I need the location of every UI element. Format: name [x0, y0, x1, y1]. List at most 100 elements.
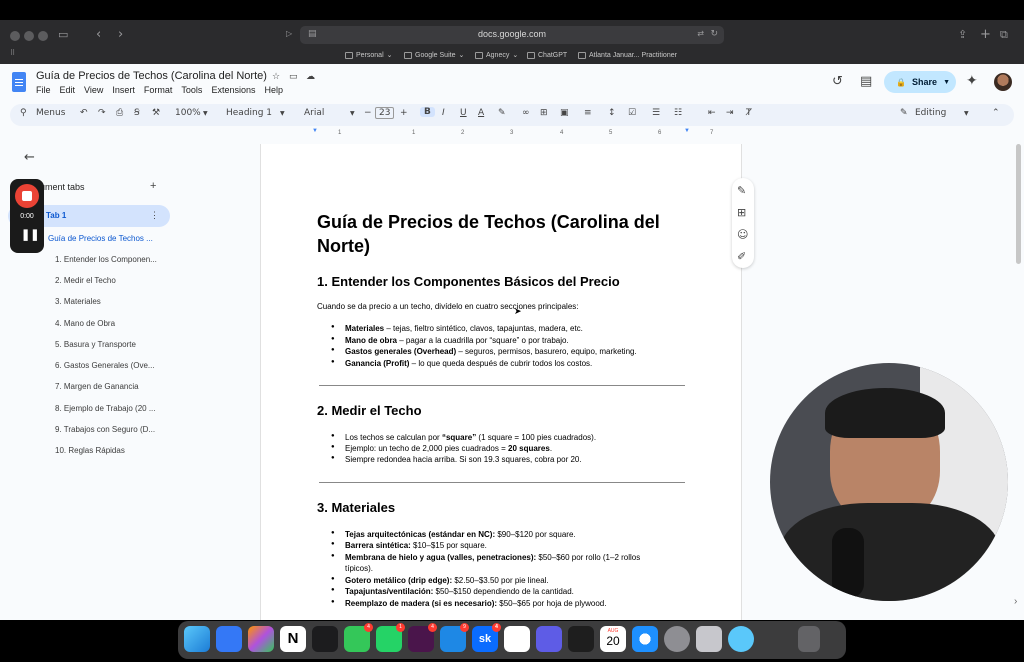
bitwarden-icon[interactable] — [216, 626, 242, 652]
link-icon[interactable]: ∞ — [522, 108, 530, 118]
highlight-icon[interactable]: ✎ — [498, 108, 506, 118]
docs-logo-icon[interactable] — [12, 72, 26, 92]
add-comment-icon[interactable]: ⊞ — [737, 206, 746, 219]
new-tab-icon[interactable]: + — [980, 27, 991, 42]
whatsapp-icon[interactable]: 1 — [376, 623, 405, 652]
reload-icon[interactable]: ↻ — [710, 29, 718, 39]
outline-item[interactable]: 6. Gastos Generales (Ove... — [55, 361, 155, 370]
vertical-scrollbar[interactable] — [1016, 144, 1021, 264]
font-select[interactable]: Arial — [304, 108, 324, 118]
outline-item[interactable]: 10. Reglas Rápidas — [55, 446, 125, 455]
checklist-icon[interactable]: ☑ — [628, 108, 636, 118]
explore-icon[interactable]: › — [1014, 596, 1017, 607]
outline-item-title[interactable]: Guía de Precios de Techos ... — [48, 234, 153, 243]
launchpad-icon[interactable] — [248, 626, 274, 652]
bookmark-atlanta[interactable]: Atlanta Januar... Practitioner — [578, 49, 677, 61]
outline-item[interactable]: 7. Margen de Ganancia — [55, 382, 139, 391]
search-icon[interactable]: ⚲ — [20, 108, 27, 118]
text-color-icon[interactable]: A — [478, 108, 484, 118]
back-arrow-icon[interactable]: ← — [24, 150, 35, 165]
decrease-font-size-icon[interactable]: − — [364, 108, 372, 118]
mail-icon[interactable]: 9 — [440, 623, 469, 652]
share-button[interactable]: 🔒 Share ▼ — [884, 71, 956, 93]
bulleted-list-icon[interactable]: ☰ — [652, 108, 660, 118]
zoom-select[interactable]: 100% — [175, 108, 201, 118]
menu-format[interactable]: Format — [144, 85, 173, 95]
pause-icon[interactable]: ❚❚ — [21, 228, 39, 241]
share-page-icon[interactable]: ⇪ — [958, 28, 967, 41]
right-indent-marker-icon[interactable]: ▼ — [684, 128, 690, 134]
skype-icon[interactable]: sk 4 — [472, 623, 501, 652]
ruler[interactable]: ▼ ▼ 1 1 2 3 4 5 6 7 — [260, 128, 742, 140]
comment-icon[interactable]: ⊞ — [540, 108, 548, 118]
paint-format-icon[interactable]: ⚒ — [152, 108, 160, 118]
bookmark-agnecy[interactable]: Agnecy ⌄ — [475, 49, 518, 61]
spellcheck-icon[interactable]: Ꞩ — [134, 108, 140, 118]
line-spacing-icon[interactable]: ↕ — [608, 108, 616, 118]
move-folder-icon[interactable]: ▭ — [289, 72, 298, 82]
star-icon[interactable]: ☆ — [272, 72, 280, 82]
outline-item[interactable]: 8. Ejemplo de Trabajo (20 ... — [55, 404, 156, 413]
outline-item[interactable]: 5. Basura y Transporte — [55, 340, 136, 349]
figma-icon[interactable] — [568, 626, 594, 652]
increase-font-size-icon[interactable]: + — [400, 108, 408, 118]
document-title[interactable]: Guía de Precios de Techos (Carolina del … — [36, 70, 267, 82]
image-icon[interactable]: ▣ — [560, 108, 569, 118]
menu-insert[interactable]: Insert — [112, 85, 135, 95]
style-select[interactable]: Heading 1 — [226, 108, 272, 118]
tab-overview-icon[interactable]: ⧉ — [1000, 28, 1008, 42]
emoji-reaction-icon[interactable]: ☺ — [737, 228, 748, 241]
align-icon[interactable]: ≡ — [584, 108, 592, 118]
gemini-write-icon[interactable]: ✎ — [737, 184, 746, 197]
forward-icon[interactable]: › — [118, 27, 123, 42]
menu-tools[interactable]: Tools — [181, 85, 202, 95]
outline-item[interactable]: 2. Medir el Techo — [55, 276, 116, 285]
preview-icon[interactable] — [696, 626, 722, 652]
editing-mode-icon[interactable]: ✎ — [900, 108, 908, 118]
outline-item[interactable]: 3. Materiales — [55, 297, 101, 306]
zoom-window-button[interactable] — [38, 31, 48, 41]
menu-edit[interactable]: Edit — [60, 85, 76, 95]
menu-view[interactable]: View — [84, 85, 103, 95]
outline-item[interactable]: 4. Mano de Obra — [55, 319, 115, 328]
sidebar-toggle-icon[interactable]: ▭ — [58, 28, 68, 41]
font-size-input[interactable]: 23 — [375, 107, 395, 119]
finder-icon[interactable] — [184, 626, 210, 652]
redo-icon[interactable]: ↷ — [98, 108, 106, 118]
tab-options-icon[interactable]: ⋮ — [150, 210, 159, 221]
menus-search[interactable]: Menus — [36, 108, 65, 118]
calendar-icon[interactable]: AUG 20 — [600, 626, 626, 652]
numbered-list-icon[interactable]: ☷ — [674, 108, 682, 118]
activity-icon[interactable] — [504, 626, 530, 652]
undo-icon[interactable]: ↶ — [80, 108, 88, 118]
safari-icon[interactable] — [632, 626, 658, 652]
comments-icon[interactable]: ▤ — [860, 74, 872, 89]
gemini-icon[interactable]: ✦ — [966, 73, 978, 89]
trash-icon[interactable] — [798, 626, 820, 652]
messages-icon[interactable]: 4 — [344, 623, 373, 652]
chevron-down-icon[interactable]: ▼ — [943, 79, 950, 86]
translate-icon[interactable]: ⇄ — [697, 29, 704, 38]
cloud-status-icon[interactable]: ☁ — [306, 72, 315, 82]
avatar[interactable] — [994, 73, 1012, 91]
outline-item[interactable]: 9. Trabajos con Seguro (D... — [55, 425, 155, 434]
settings-icon[interactable] — [664, 626, 690, 652]
outline-item[interactable]: 1. Entender los Componen... — [55, 255, 157, 264]
increase-indent-icon[interactable]: ⇥ — [726, 108, 734, 118]
minimize-window-button[interactable] — [24, 31, 34, 41]
menu-file[interactable]: File — [36, 85, 51, 95]
close-window-button[interactable] — [10, 31, 20, 41]
collapse-toolbar-icon[interactable]: ⌃ — [992, 108, 1000, 118]
quicktime-icon[interactable] — [728, 626, 754, 652]
bookmark-google-suite[interactable]: Google Suite ⌄ — [404, 49, 464, 61]
clear-formatting-icon[interactable]: Ⱦ — [746, 108, 752, 118]
editing-mode-select[interactable]: Editing — [915, 108, 946, 118]
italic-icon[interactable]: I — [442, 108, 445, 118]
menu-help[interactable]: Help — [264, 85, 283, 95]
perplexity-icon[interactable] — [536, 626, 562, 652]
address-bar[interactable]: ▤ docs.google.com ⇄ ↻ — [300, 26, 724, 44]
suggest-edits-icon[interactable]: ✐ — [737, 250, 746, 263]
bold-icon[interactable]: B — [420, 107, 435, 117]
underline-icon[interactable]: U — [460, 108, 467, 118]
document-page[interactable]: Guía de Precios de Techos (Carolina del … — [260, 144, 742, 620]
